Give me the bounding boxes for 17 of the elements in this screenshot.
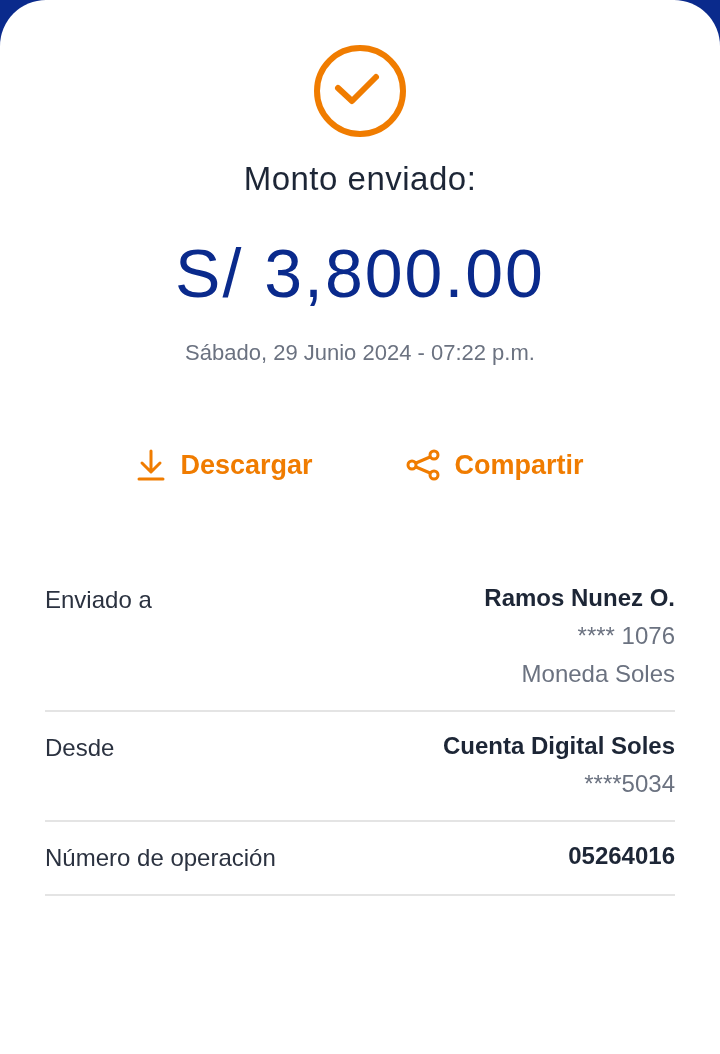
download-button[interactable]: Descargar [136,448,313,482]
detail-label: Desde [45,733,115,763]
date: Sábado, 29 Junio 2024 - 07:22 p.m. [185,340,535,366]
check-circle-icon [313,44,407,138]
detail-value: Ramos Nunez O. [484,584,675,612]
detail-value: ****5034 [584,770,675,798]
amount: S/ 3,800.00 [175,234,545,312]
detail-value: **** 1076 [577,622,675,650]
detail-value: Cuenta Digital Soles [442,732,675,760]
title: Monto enviado: [243,160,477,198]
detail-value: Moneda Soles [521,660,675,688]
detail-label: Número de operación [45,843,276,872]
detail-value: 05264016 [568,842,675,870]
detail-label: Enviado a [45,585,152,615]
share-icon [404,448,441,482]
share-button[interactable]: Compartir [404,448,584,482]
download-icon [136,448,167,482]
